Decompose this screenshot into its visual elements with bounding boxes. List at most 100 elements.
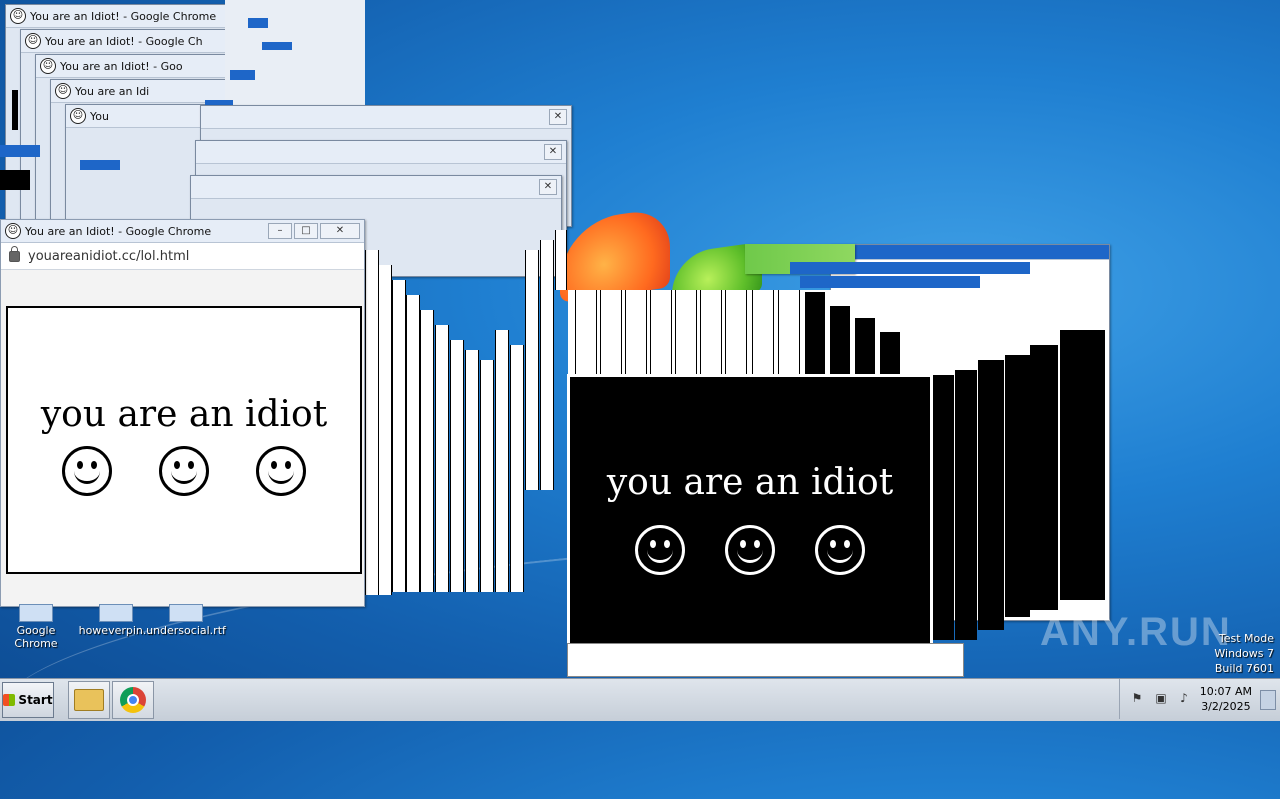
glitch-block bbox=[790, 262, 1030, 274]
desktop-icon-label: undersocial.rtf bbox=[146, 624, 226, 637]
main-popup-window[interactable]: ☺ You are an Idiot! - Google Chrome – □ … bbox=[0, 219, 365, 607]
glitch-block bbox=[0, 170, 30, 190]
desktop-icon-chrome[interactable]: Google Chrome bbox=[0, 604, 76, 650]
inverted-popup-content[interactable]: you are an idiot bbox=[567, 374, 933, 646]
stacked-window-edge bbox=[650, 290, 672, 374]
stacked-window-edge bbox=[752, 290, 774, 374]
show-desktop-button[interactable] bbox=[1260, 690, 1276, 710]
desktop-icon-file[interactable]: howeverpin... bbox=[76, 604, 156, 637]
glitch-block bbox=[12, 90, 18, 130]
close-button[interactable]: ✕ bbox=[539, 179, 557, 195]
stacked-window-edge bbox=[525, 250, 539, 490]
idiot-message: you are an idiot bbox=[606, 462, 894, 503]
smile-icon: ☺ bbox=[70, 108, 86, 124]
smiley-row bbox=[8, 446, 360, 496]
stacked-window-edge bbox=[510, 345, 524, 592]
taskbar bbox=[0, 678, 1280, 721]
watermark-line: Build 7601 bbox=[1214, 662, 1274, 675]
maximize-button[interactable]: □ bbox=[294, 223, 318, 239]
windows-logo-red-pane bbox=[560, 207, 670, 303]
smile-icon: ☺ bbox=[5, 223, 21, 239]
stacked-window-edge bbox=[600, 290, 622, 374]
stacked-window-edge bbox=[406, 295, 420, 592]
stacked-window-edge bbox=[778, 290, 800, 374]
dark-window-fill bbox=[830, 306, 850, 374]
file-icon bbox=[99, 604, 133, 622]
stacked-window-edge bbox=[480, 360, 494, 592]
stacked-window-edge bbox=[575, 290, 597, 374]
taskbar-clock[interactable]: 10:07 AM 3/2/2025 bbox=[1200, 684, 1252, 714]
idiot-message: you are an idiot bbox=[40, 394, 328, 435]
watermark-line: Windows 7 bbox=[1214, 647, 1274, 660]
start-label: Start bbox=[18, 693, 53, 707]
stacked-window-edge bbox=[700, 290, 722, 374]
close-button[interactable]: ✕ bbox=[549, 109, 567, 125]
stacked-window-edge bbox=[540, 240, 554, 490]
taskbar-explorer-button[interactable] bbox=[68, 681, 110, 719]
rtf-file-icon bbox=[169, 604, 203, 622]
stacked-window-edge bbox=[725, 290, 747, 374]
stacked-window-edge bbox=[378, 265, 392, 595]
glitch-block bbox=[80, 160, 120, 170]
anyrun-watermark: ANY.RUN bbox=[1040, 610, 1232, 654]
stacked-window-edge bbox=[365, 250, 379, 595]
desktop-icon-label: howeverpin... bbox=[78, 624, 154, 637]
desktop-icon-label: Google Chrome bbox=[14, 624, 58, 650]
clock-time: 10:07 AM bbox=[1199, 685, 1252, 698]
clock-date: 3/2/2025 bbox=[1201, 700, 1251, 713]
glitch-block bbox=[262, 42, 292, 50]
dark-window-fill bbox=[805, 292, 825, 374]
close-button[interactable]: ✕ bbox=[544, 144, 562, 160]
network-icon[interactable]: ▣ bbox=[1154, 691, 1168, 705]
smiley-face-icon bbox=[61, 446, 112, 496]
stacked-window-edge bbox=[465, 350, 479, 592]
smile-icon: ☺ bbox=[55, 83, 71, 99]
volume-icon[interactable]: ♪ bbox=[1177, 691, 1191, 705]
glitch-block bbox=[0, 145, 40, 157]
stacked-window-edge bbox=[495, 330, 509, 592]
stacked-window-edge bbox=[555, 230, 567, 290]
stacked-window-edge bbox=[625, 290, 647, 374]
smiley-face-icon bbox=[725, 525, 775, 575]
windows-flag-icon bbox=[3, 694, 16, 706]
smile-icon: ☺ bbox=[25, 33, 41, 49]
dark-window-fill bbox=[1060, 330, 1105, 600]
desktop-icon-rtf[interactable]: undersocial.rtf bbox=[146, 604, 226, 637]
smiley-face-icon bbox=[635, 525, 685, 575]
stacked-window-bottom bbox=[567, 643, 964, 677]
taskbar-chrome-button[interactable] bbox=[112, 681, 154, 719]
page-content[interactable]: you are an idiot bbox=[6, 306, 362, 574]
smiley-row bbox=[570, 525, 930, 575]
stacked-window-edge bbox=[675, 290, 697, 374]
folder-icon bbox=[74, 689, 104, 711]
stacked-window-edge bbox=[450, 340, 464, 592]
smile-icon: ☺ bbox=[10, 8, 26, 24]
dark-window-fill bbox=[955, 370, 977, 640]
chrome-icon bbox=[120, 687, 146, 713]
test-mode-watermark: Test Mode Windows 7 Build 7601 bbox=[1214, 631, 1274, 676]
window-title: You are an Idi bbox=[75, 84, 150, 98]
window-title: You are an Idiot! - Google Chrome bbox=[25, 224, 212, 238]
dark-window-fill bbox=[930, 375, 954, 640]
dark-window-fill bbox=[855, 318, 875, 374]
dark-window-fill bbox=[1030, 345, 1058, 610]
chrome-icon bbox=[19, 604, 53, 622]
minimize-button[interactable]: – bbox=[268, 223, 292, 239]
watermark-line: Test Mode bbox=[1218, 632, 1274, 645]
glitch-block bbox=[248, 18, 268, 28]
dark-window-fill bbox=[1005, 355, 1030, 617]
stacked-window-edge bbox=[392, 280, 406, 592]
window-title: You bbox=[90, 109, 109, 123]
url-text: youareanidiot.cc/lol.html bbox=[28, 248, 190, 264]
glitch-block bbox=[800, 276, 980, 288]
dark-window-fill bbox=[880, 332, 900, 374]
glitch-block bbox=[230, 70, 255, 80]
smiley-face-icon bbox=[158, 446, 209, 496]
dark-window-fill bbox=[978, 360, 1004, 630]
action-center-flag-icon[interactable]: ⚑ bbox=[1130, 691, 1144, 705]
lock-icon bbox=[9, 245, 20, 262]
close-button[interactable]: ✕ bbox=[320, 223, 360, 239]
start-button[interactable]: Start bbox=[2, 682, 54, 718]
window-title: You are an Idiot! - Goo bbox=[60, 59, 183, 73]
address-bar[interactable]: youareanidiot.cc/lol.html bbox=[1, 243, 364, 270]
